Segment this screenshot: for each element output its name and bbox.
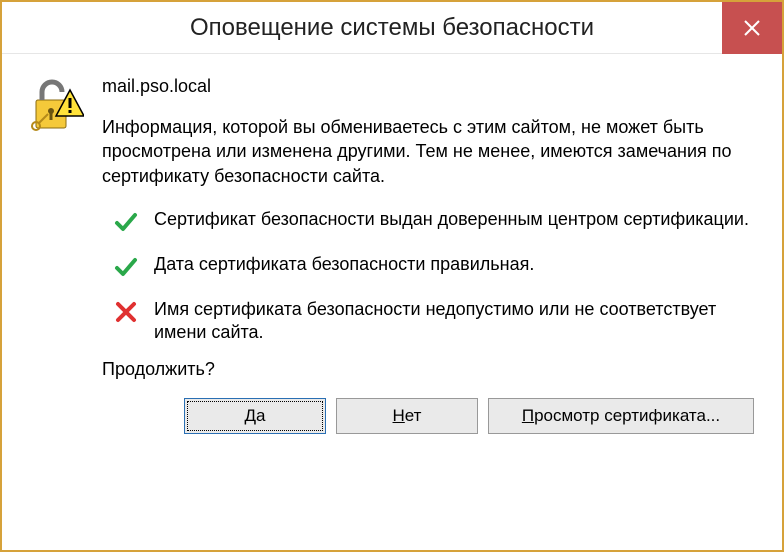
dialog-window: Оповещение системы безопасности bbox=[0, 0, 784, 552]
close-button[interactable] bbox=[722, 2, 782, 54]
dialog-body: mail.pso.local Информация, которой вы об… bbox=[2, 54, 782, 550]
checkmark-icon bbox=[114, 255, 138, 284]
checkmark-icon bbox=[114, 210, 138, 239]
button-label-rest: росмотр сертификата... bbox=[534, 406, 720, 425]
continue-prompt: Продолжить? bbox=[102, 359, 754, 380]
check-item-issuer: Сертификат безопасности выдан доверенным… bbox=[114, 208, 754, 239]
button-row: Да Нет Просмотр сертификата... bbox=[102, 398, 754, 434]
button-accelerator: Д bbox=[245, 406, 257, 425]
button-accelerator: Н bbox=[393, 406, 405, 425]
view-certificate-button[interactable]: Просмотр сертификата... bbox=[488, 398, 754, 434]
window-title: Оповещение системы безопасности bbox=[2, 14, 722, 42]
content-row: mail.pso.local Информация, которой вы об… bbox=[30, 76, 754, 434]
yes-button[interactable]: Да bbox=[184, 398, 326, 434]
button-label-rest: а bbox=[256, 406, 265, 425]
certificate-checks: Сертификат безопасности выдан доверенным… bbox=[114, 208, 754, 345]
check-text: Имя сертификата безопасности недопустимо… bbox=[154, 298, 754, 345]
title-bar: Оповещение системы безопасности bbox=[2, 2, 782, 54]
site-hostname: mail.pso.local bbox=[102, 76, 754, 97]
button-label-rest: ет bbox=[405, 406, 422, 425]
no-button[interactable]: Нет bbox=[336, 398, 478, 434]
button-accelerator: П bbox=[522, 406, 534, 425]
close-icon bbox=[743, 19, 761, 37]
cross-icon bbox=[114, 300, 138, 329]
check-text: Дата сертификата безопасности правильная… bbox=[154, 253, 754, 276]
check-item-name: Имя сертификата безопасности недопустимо… bbox=[114, 298, 754, 345]
text-column: mail.pso.local Информация, которой вы об… bbox=[102, 76, 754, 434]
info-paragraph: Информация, которой вы обмениваетесь с э… bbox=[102, 115, 754, 188]
check-text: Сертификат безопасности выдан доверенным… bbox=[154, 208, 754, 231]
security-lock-warning-icon bbox=[30, 76, 84, 434]
check-item-date: Дата сертификата безопасности правильная… bbox=[114, 253, 754, 284]
